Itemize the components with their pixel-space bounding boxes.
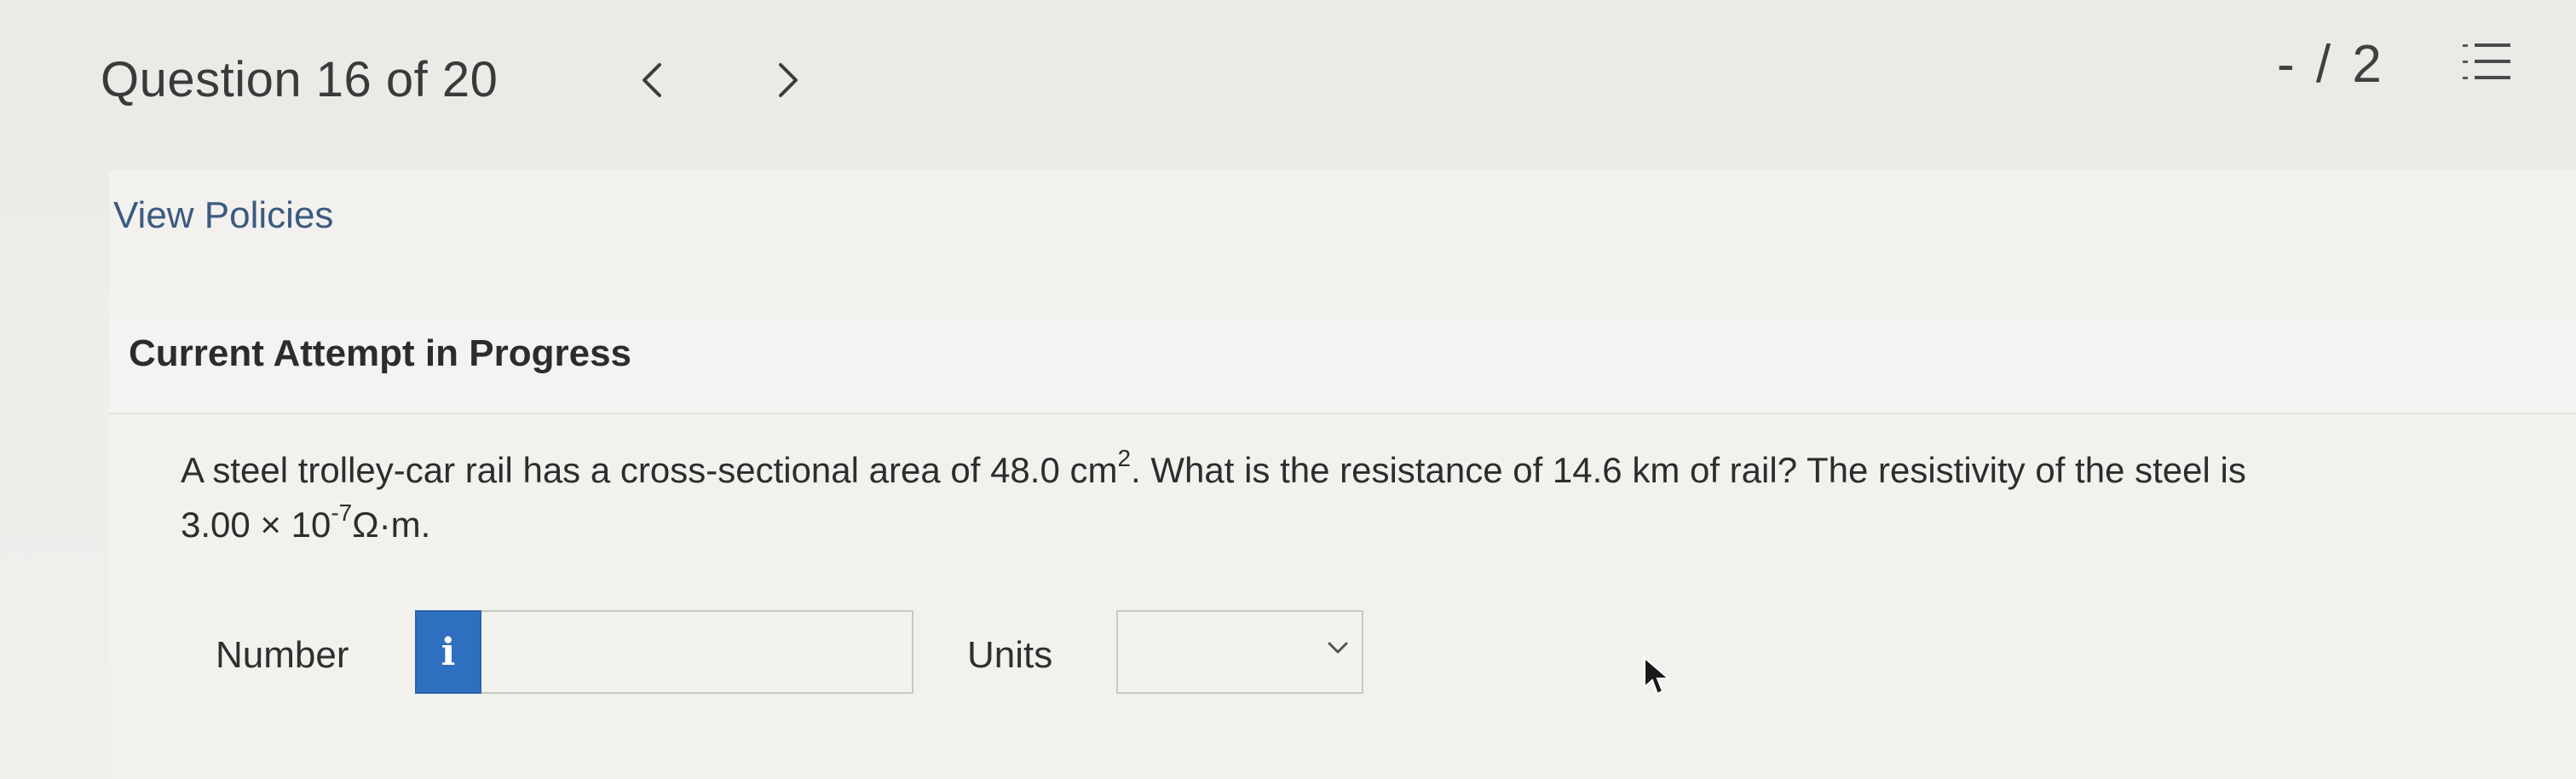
question-header: Question 16 of 20 - / 2 [0, 0, 2576, 170]
resistivity-exponent: -7 [331, 499, 353, 526]
units-dropdown[interactable] [1116, 610, 1363, 694]
cursor-arrow-icon [1644, 656, 1671, 695]
question-counter: Question 16 of 20 [101, 52, 498, 107]
next-question-button[interactable] [767, 55, 810, 106]
chevron-left-icon [643, 63, 661, 97]
answer-row: Number i Units [0, 609, 2576, 702]
question-list-button[interactable] [2459, 38, 2514, 89]
units-label: Units [967, 634, 1053, 676]
info-icon: i [441, 630, 456, 674]
numbered-list-icon [2463, 43, 2510, 79]
chevron-right-icon [779, 63, 798, 97]
number-label: Number [216, 634, 349, 676]
resistivity-unit: Ω·m. [352, 505, 431, 545]
score-display: - / 2 [2277, 35, 2385, 94]
question-text-part: . What is the resistance of 14.6 km of r… [1131, 450, 2246, 490]
resistivity-value: 3.00 × 10 [181, 505, 331, 545]
chevron-down-icon [1328, 642, 1348, 654]
info-button[interactable]: i [415, 610, 481, 694]
attempt-status: Current Attempt in Progress [129, 332, 632, 374]
area-exponent: 2 [1117, 445, 1132, 471]
view-policies-link[interactable]: View Policies [113, 194, 333, 237]
number-input[interactable] [481, 610, 913, 694]
question-text-part: A steel trolley-car rail has a cross-sec… [181, 450, 1118, 490]
previous-question-button[interactable] [631, 55, 673, 106]
question-text: A steel trolley-car rail has a cross-sec… [181, 443, 2550, 552]
